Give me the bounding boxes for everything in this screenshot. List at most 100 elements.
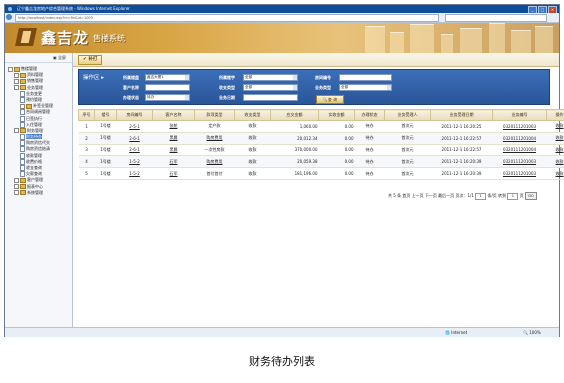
zoom-control[interactable]: 🔍 100%: [523, 328, 541, 337]
cell-paid: 0.00: [318, 120, 355, 133]
cell-no: 4: [78, 155, 95, 169]
cell-dir: 收款: [234, 155, 271, 169]
fullscreen-label: 全屏: [58, 55, 66, 60]
goto-page-input[interactable]: 1: [507, 192, 519, 200]
expand-icon[interactable]: [14, 177, 19, 183]
column-header[interactable]: 业务受理人: [384, 109, 431, 121]
sidebar-item-label: 合同调阅管理: [26, 109, 50, 115]
column-header[interactable]: 操作: [546, 109, 564, 121]
query-button[interactable]: 🔍查 询: [316, 95, 344, 104]
biz-type-select[interactable]: 全部: [339, 84, 392, 91]
status-bar: 🌐 Internet 🔍 100%: [5, 327, 559, 337]
todo-table: 序号 楼号 房间编号 客户名称 款项类型 收支类型 应交金额 实收金额 办理状态 业务受理人 业务受…: [78, 109, 564, 180]
cell-cust[interactable]: 黑晨: [152, 132, 195, 145]
expand-icon[interactable]: [14, 184, 19, 190]
expand-icon[interactable]: [8, 66, 13, 72]
cell-item[interactable]: 购房费用: [194, 132, 235, 145]
sidebar-item-label: 补签业管理: [33, 103, 53, 109]
page-icon: [20, 171, 25, 178]
cell-room[interactable]: 2-6-1: [116, 144, 153, 157]
column-header[interactable]: 款项类型: [194, 109, 235, 121]
building-select[interactable]: 全部: [243, 74, 298, 81]
table-row[interactable]: 5 1号楼 1-5-2 石军 首付首付 收款 181,196.00 0.00 待办 首次元 2011…: [78, 167, 564, 180]
customer-input[interactable]: [145, 84, 190, 91]
status-select[interactable]: 待办: [145, 94, 190, 101]
chevron-down-icon: [185, 95, 189, 100]
reprint-button[interactable]: ✔ 补打: [78, 55, 103, 65]
cell-no: 5: [78, 167, 95, 180]
cell-op[interactable]: 收款: [546, 167, 564, 180]
browser-search-input[interactable]: [445, 14, 547, 22]
expand-icon[interactable]: [14, 190, 19, 196]
cell-item[interactable]: 购房费用: [194, 155, 235, 169]
expand-icon[interactable]: [14, 85, 19, 91]
cell-bld: 1号楼: [94, 155, 117, 169]
back-icon[interactable]: [6, 14, 12, 20]
cell-op[interactable]: 收款: [546, 132, 564, 145]
cell-op[interactable]: 收款: [546, 120, 564, 133]
pager-text: 共 5 条 首页 上一页 下一页 最后一页 页次：1/1: [388, 193, 474, 198]
project-select[interactable]: 鑫吉大厦1: [145, 74, 190, 81]
biz-type-label: 业务类型: [315, 85, 331, 90]
pager-page-label: 页: [519, 193, 524, 198]
column-header[interactable]: 序号: [78, 109, 95, 121]
folder-icon: [14, 66, 20, 72]
cell-code[interactable]: 0320111201003: [492, 167, 547, 180]
column-header[interactable]: 客户名称: [152, 109, 195, 121]
expand-icon[interactable]: [20, 103, 25, 109]
cell-code[interactable]: 0320111201003: [492, 120, 547, 133]
cell-cust[interactable]: 石军: [152, 167, 195, 180]
column-header[interactable]: 楼号: [94, 109, 117, 121]
expand-icon[interactable]: [14, 128, 19, 134]
cell-cust[interactable]: 黑晨: [152, 144, 195, 157]
cell-by: 首次元: [384, 155, 431, 169]
column-header[interactable]: 业务编号: [492, 109, 547, 121]
cell-room[interactable]: 1-5-2: [116, 167, 153, 180]
cell-cust[interactable]: 张航: [152, 120, 195, 133]
page-icon: [20, 140, 25, 147]
column-header[interactable]: 应交金额: [270, 109, 319, 121]
fullscreen-toggle[interactable]: ▣ 全屏: [5, 53, 72, 63]
go-button[interactable]: GO: [524, 192, 537, 200]
room-input[interactable]: [339, 74, 392, 81]
title-bar: 辽宁鑫吉龙房地产综合管理系统 - Windows Internet Explor…: [5, 5, 559, 14]
cell-paid: 0.00: [318, 144, 355, 157]
cell-code[interactable]: 0320111201004: [492, 132, 547, 145]
expand-icon[interactable]: [14, 78, 19, 84]
table-row[interactable]: 3 1号楼 2-6-1 黑晨 一次性房款 收款 370,000.00 0.00 待办 首次元 201…: [78, 144, 564, 157]
cell-op[interactable]: 收款: [546, 155, 564, 169]
cell-room[interactable]: 1-5-2: [116, 155, 153, 169]
cell-room[interactable]: 2-5-1: [116, 120, 153, 133]
cell-op[interactable]: 收款: [546, 144, 564, 157]
date-input[interactable]: [243, 94, 298, 101]
search-panel: 操作区 ▸ 所属楼盘 鑫吉大厦1 所属楼宇 全部 房间编号 客户名称 收支类型 …: [78, 69, 550, 105]
cell-item: 定产款: [194, 120, 235, 133]
cell-date: 2011-12-1 16:20:39: [430, 167, 493, 180]
table-row[interactable]: 2 1号楼 2-6-1 黑晨 购房费用 收款 20,012.34 0.00 待办 首次元 2011-…: [78, 132, 564, 145]
cell-due: 181,196.00: [270, 167, 319, 180]
sidebar-item-label: 入住管理: [26, 121, 42, 127]
column-header[interactable]: 房间编号: [116, 109, 153, 121]
window-title: 辽宁鑫吉龙房地产综合管理系统 - Windows Internet Explor…: [17, 6, 130, 11]
table-row[interactable]: 4 1号楼 1-5-2 石军 购房费用 收款 20,059.38 0.00 待办 首次元 2011-…: [78, 155, 564, 169]
table-row[interactable]: 1 1号楼 2-5-1 张航 定产款 收款 1,060.00 0.00 待办 首次元 2011-12…: [78, 120, 564, 133]
column-header[interactable]: 实收金额: [318, 109, 355, 121]
date-label: 业务日期: [219, 95, 235, 100]
sidebar-item-label: 收款管理: [26, 152, 42, 158]
address-input[interactable]: http://localhost/index.asp?m=fin&id=1003: [15, 14, 439, 22]
cell-cust[interactable]: 石军: [152, 155, 195, 169]
fee-type-select[interactable]: 全部: [243, 84, 298, 91]
cell-code[interactable]: 0320111201003: [492, 155, 547, 169]
expand-icon[interactable]: [14, 72, 19, 78]
column-header[interactable]: 业务受理日期: [430, 109, 493, 121]
sidebar-item-label: 资料管理: [27, 72, 43, 78]
sidebar-item-label: 财务管理: [27, 127, 43, 133]
cell-code[interactable]: 0320111201004: [492, 144, 547, 157]
sidebar-item[interactable]: 系统管理: [5, 190, 72, 196]
header-banner: 鑫吉龙 售楼系统: [5, 23, 559, 53]
column-header[interactable]: 收支类型: [234, 109, 271, 121]
page-size-input[interactable]: 1: [475, 192, 487, 200]
column-header[interactable]: 办理状态: [354, 109, 385, 121]
cell-room[interactable]: 2-6-1: [116, 132, 153, 145]
cell-status: 待办: [354, 155, 385, 169]
